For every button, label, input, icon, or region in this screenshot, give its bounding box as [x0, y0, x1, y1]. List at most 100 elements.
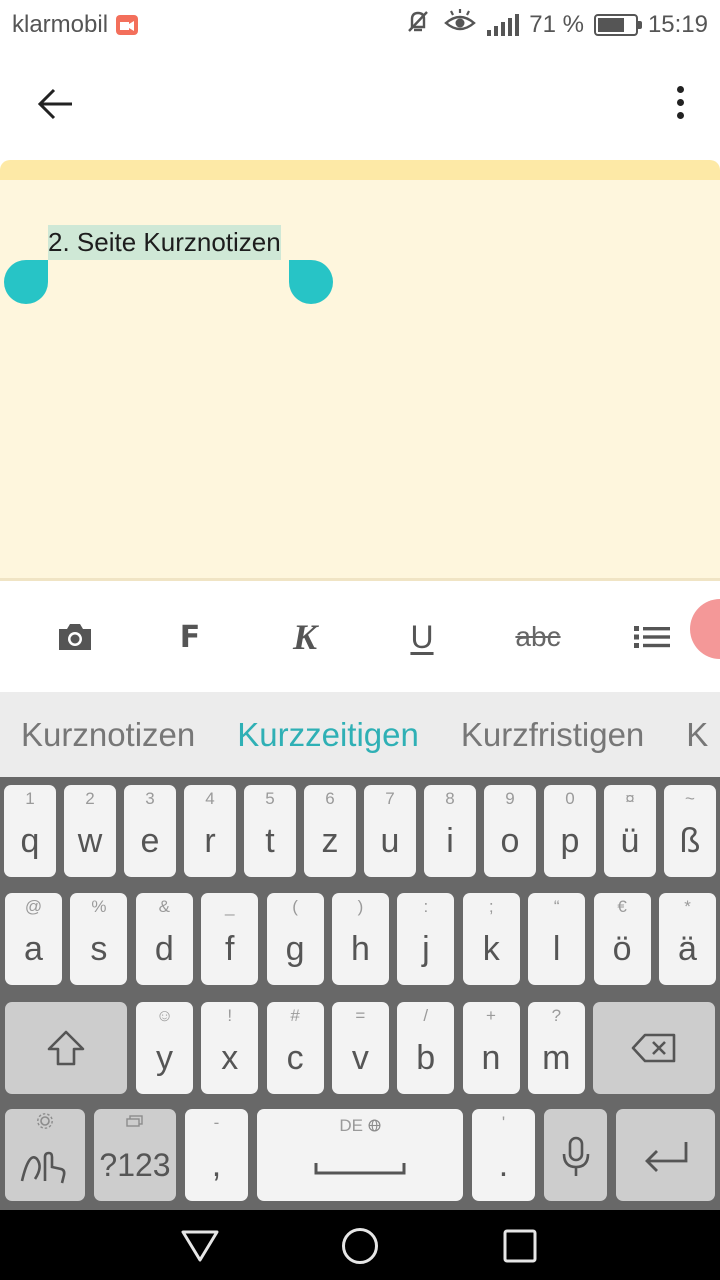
key-label: s	[90, 930, 108, 968]
key-label: y	[156, 1039, 173, 1077]
key-label: i	[446, 822, 454, 860]
key-i[interactable]: 8i	[424, 785, 476, 877]
nav-home-button[interactable]	[340, 1226, 380, 1266]
key-label: g	[285, 930, 305, 968]
key-v[interactable]: = v	[331, 1002, 389, 1094]
period-key[interactable]: ' .	[472, 1109, 535, 1201]
key-e[interactable]: 3e	[124, 785, 176, 877]
key-ä[interactable]: * ä	[659, 893, 716, 985]
key-g[interactable]: (g	[266, 893, 324, 985]
key-hint: “	[553, 897, 560, 916]
key-a[interactable]: @ a	[5, 893, 62, 985]
key-hint: 0	[565, 789, 575, 808]
key-label: b	[416, 1039, 436, 1077]
key-d[interactable]: & d	[135, 893, 193, 985]
key-j[interactable]: :j	[397, 893, 455, 985]
key-t[interactable]: 5t	[244, 785, 296, 877]
format-toolbar: F K U abc	[0, 581, 720, 692]
key-c[interactable]: # c	[266, 1002, 324, 1094]
handwriting-key[interactable]	[5, 1109, 85, 1201]
status-right-group: 71 % 15:19	[403, 7, 708, 44]
key-label: z	[321, 822, 339, 860]
comma-key[interactable]: - ,	[185, 1109, 248, 1201]
key-label: f	[224, 930, 235, 968]
key-hint: !	[227, 1006, 233, 1025]
key-z[interactable]: 6z	[304, 785, 356, 877]
screen: klarmobil 71 % 15:19 2. Seite Kurznotize…	[0, 0, 720, 1280]
key-k[interactable]: ; k	[462, 893, 520, 985]
key-x[interactable]: ! x	[201, 1002, 259, 1094]
key-l[interactable]: “l	[528, 893, 586, 985]
key-p[interactable]: 0p	[544, 785, 596, 877]
key-o[interactable]: 9o	[484, 785, 536, 877]
list-button[interactable]	[632, 617, 672, 657]
key-m[interactable]: ? m	[527, 1002, 585, 1094]
key-r[interactable]: 4r	[184, 785, 236, 877]
key-hint: :	[423, 897, 429, 916]
key-ö[interactable]: € ö	[593, 893, 651, 985]
key-ü[interactable]: ¤ ü	[604, 785, 656, 877]
suggestion-item-highlighted[interactable]: Kurzzeitigen	[216, 716, 440, 754]
key-hint: &	[158, 897, 170, 916]
toolbar-more-fab[interactable]	[690, 599, 720, 659]
space-key[interactable]: DE	[257, 1109, 463, 1201]
clock: 15:19	[647, 11, 708, 38]
keyboard: ?123 - , DE ' . 1 q 2 w 3 e 4 r 5 t 6 z …	[0, 777, 720, 1210]
status-bar: klarmobil 71 % 15:19	[0, 0, 720, 1210]
symbols-key[interactable]: ?123	[94, 1109, 176, 1201]
key-label: h	[351, 930, 370, 968]
key-hint: 1	[25, 789, 35, 808]
settings-gear-icon	[37, 1113, 53, 1129]
key-label: ö	[612, 930, 632, 968]
key-label: u	[380, 822, 400, 860]
key-y[interactable]: ☺ y	[136, 1002, 193, 1094]
clipboard-icon	[126, 1115, 143, 1127]
key-n[interactable]: + n	[462, 1002, 520, 1094]
battery-level	[597, 18, 624, 32]
more-options-button[interactable]	[672, 86, 688, 122]
nav-home-icon	[342, 1228, 378, 1264]
suggestion-item[interactable]: Kurznotizen	[0, 716, 216, 754]
note-selected-text[interactable]: 2. Seite Kurznotizen	[48, 225, 281, 260]
key-hint: @	[24, 897, 43, 916]
backspace-key[interactable]	[593, 1002, 715, 1094]
key-s[interactable]: % s	[70, 893, 128, 985]
italic-button[interactable]: K	[285, 617, 325, 657]
key-hint: '	[501, 1113, 506, 1132]
key-h[interactable]: ) h	[332, 893, 389, 985]
key-b[interactable]: / b	[397, 1002, 455, 1094]
bold-button[interactable]: F	[170, 617, 210, 657]
key-u[interactable]: 7u	[364, 785, 416, 877]
microphone-key[interactable]	[544, 1109, 607, 1201]
key-w[interactable]: 2w	[64, 785, 116, 877]
key-hint: 4	[205, 789, 215, 808]
strikethrough-button[interactable]: abc	[505, 617, 571, 657]
key-f[interactable]: _ f	[201, 893, 259, 985]
mute-icon	[403, 7, 433, 44]
enter-key[interactable]	[616, 1109, 715, 1201]
nav-recents-button[interactable]	[500, 1226, 540, 1266]
carrier-name: klarmobil	[12, 11, 109, 38]
key-ß[interactable]: ~ ß	[664, 785, 716, 877]
suggestion-item[interactable]: K	[665, 716, 720, 754]
selection-handle-start[interactable]	[4, 260, 48, 304]
underline-button[interactable]: U	[402, 617, 442, 657]
suggestion-item[interactable]: Kurzfristigen	[440, 716, 665, 754]
key-label: o	[500, 822, 520, 860]
selection-handle-end[interactable]	[289, 260, 333, 304]
note-editor[interactable]: 2. Seite Kurznotizen	[0, 180, 720, 578]
key-hint: 2	[85, 789, 95, 808]
key-label: d	[154, 930, 174, 968]
eye-comfort-icon	[443, 7, 477, 44]
key-label: n	[481, 1039, 501, 1077]
key-label: l	[552, 930, 561, 968]
camera-button[interactable]	[55, 617, 95, 657]
key-hint: ☺	[155, 1006, 174, 1025]
nav-back-button[interactable]	[180, 1226, 220, 1266]
battery-icon	[593, 14, 642, 36]
key-hint: €	[617, 897, 627, 916]
key-q[interactable]: 1q	[4, 785, 56, 877]
shift-key[interactable]	[5, 1002, 127, 1094]
app-bar	[0, 50, 720, 160]
back-button[interactable]	[34, 84, 78, 124]
